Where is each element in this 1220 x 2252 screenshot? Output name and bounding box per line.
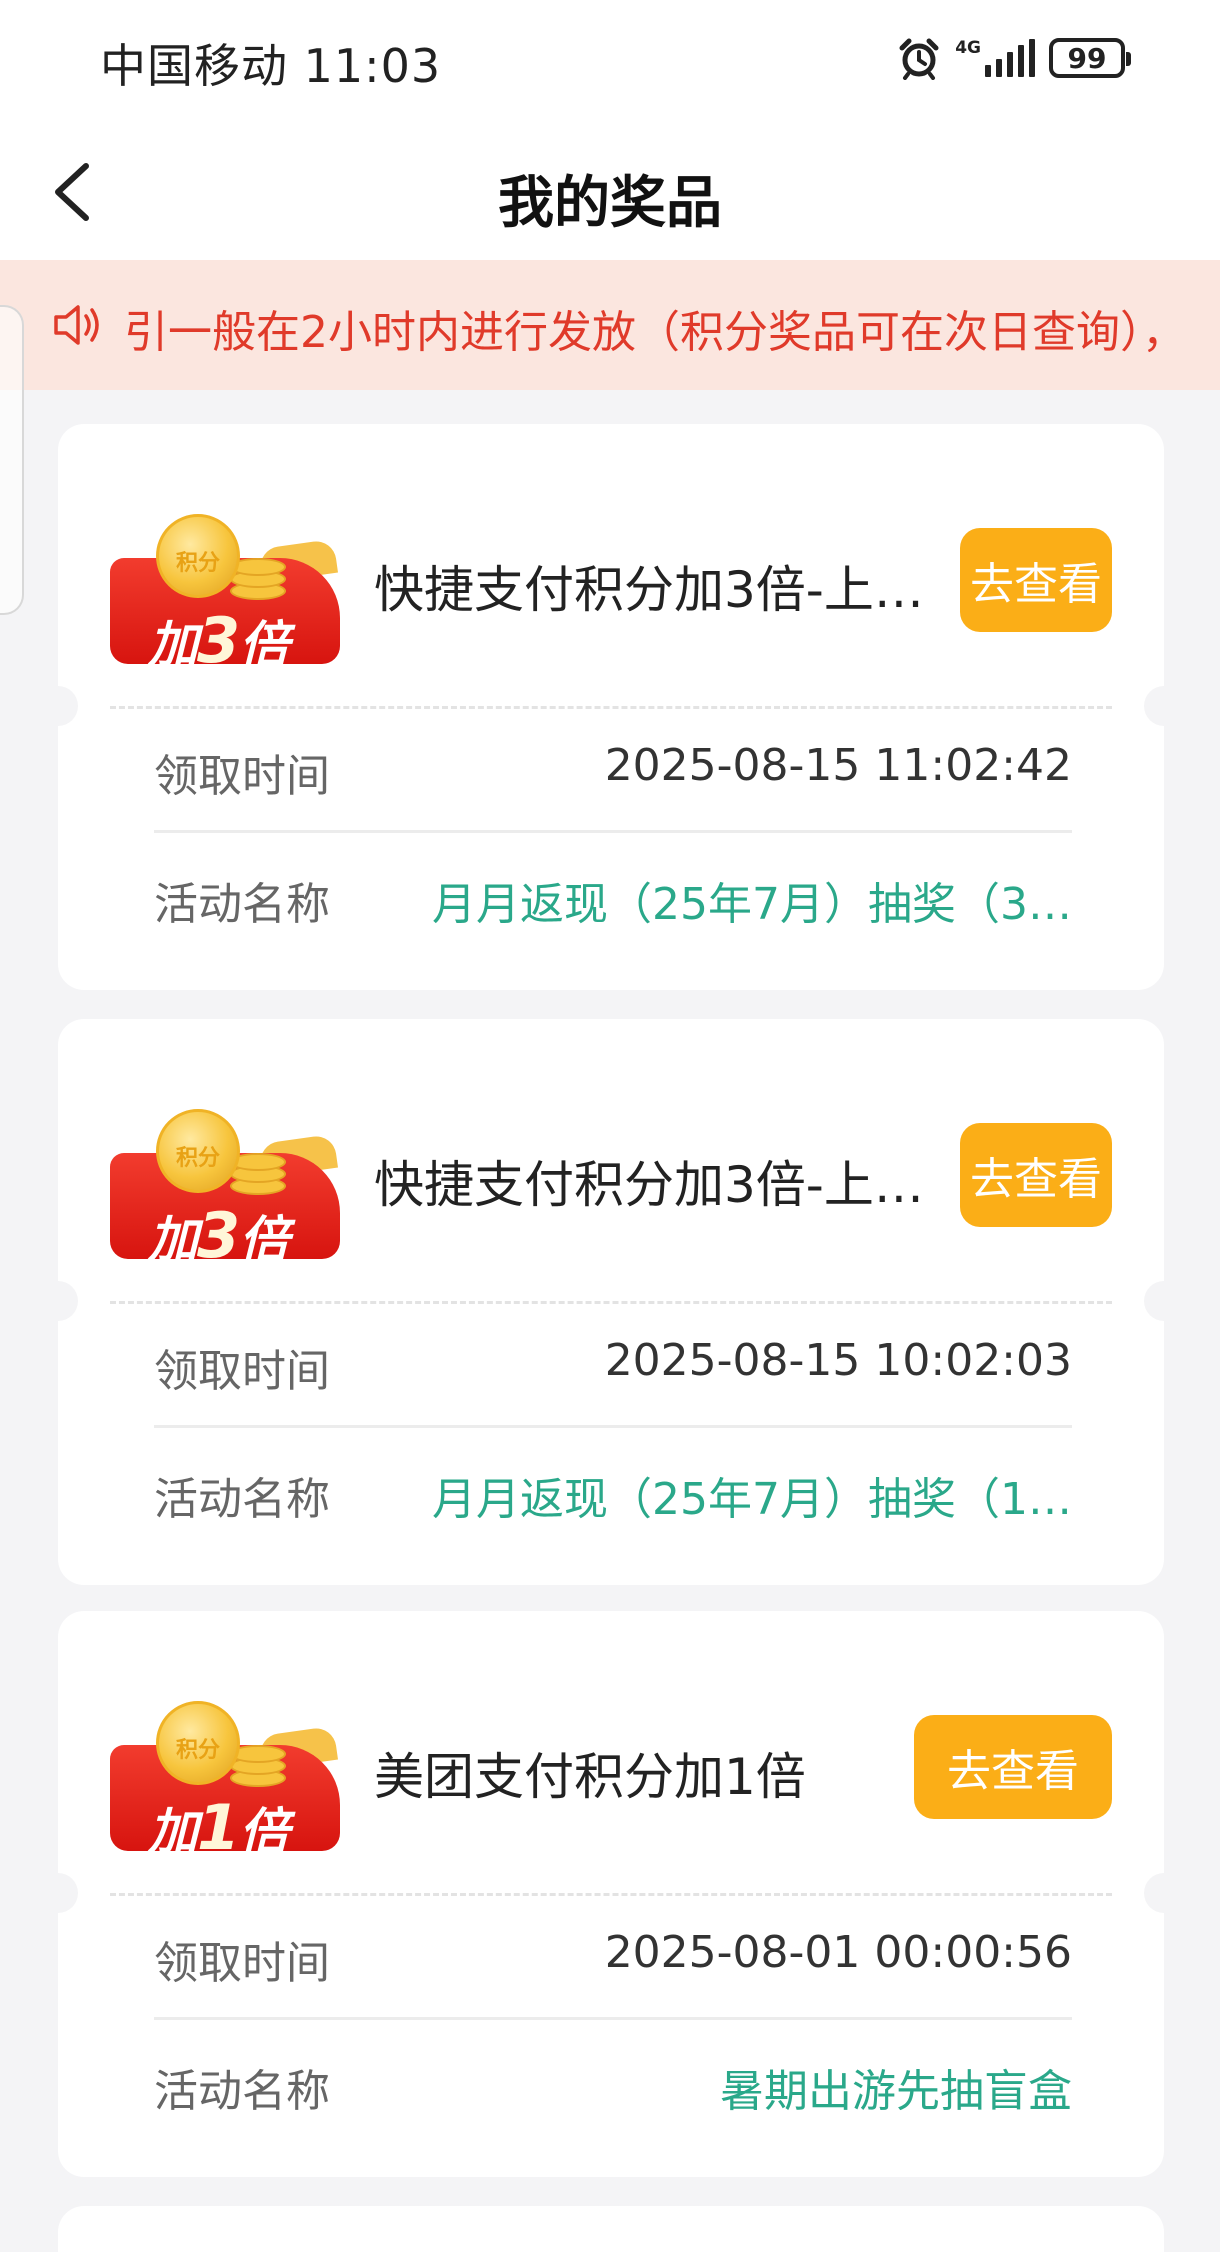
points-multiplier-badge: 积分 加1倍 (110, 1701, 340, 1864)
card-notch (1144, 686, 1184, 726)
prize-card: 积分 加3倍 快捷支付积分加3倍-上… 去查看 领取时间 2025-08-15 … (38, 424, 1184, 990)
claim-time-value: 2025-08-15 11:02:42 (604, 740, 1072, 791)
card-notch (38, 686, 78, 726)
view-button[interactable]: 去查看 (960, 528, 1112, 632)
card-notch (1144, 1873, 1184, 1913)
notice-marquee: 引一般在2小时内进行发放（积分奖品可在次日查询）， (112, 260, 1220, 390)
prize-card: 积分 加3倍 快捷支付积分加3倍-上… 去查看 领取时间 2025-08-15 … (38, 1019, 1184, 1585)
row-divider (154, 830, 1072, 833)
claim-time-label: 领取时间 (154, 1938, 330, 1989)
view-button[interactable]: 去查看 (914, 1715, 1112, 1819)
floating-side-tab[interactable] (0, 305, 24, 615)
row-divider (154, 1425, 1072, 1428)
activity-name-label: 活动名称 (154, 1474, 330, 1525)
network-indicator: 4G (955, 39, 1035, 77)
claim-time-value: 2025-08-15 10:02:03 (604, 1335, 1072, 1386)
claim-time-label: 领取时间 (154, 751, 330, 802)
activity-name-link[interactable]: 月月返现（25年7月）抽奖（1… (432, 1463, 1072, 1527)
battery-level: 99 (1067, 41, 1107, 75)
nav-bar: 我的奖品 (0, 120, 1220, 260)
claim-time-label: 领取时间 (154, 1346, 330, 1397)
page-title: 我的奖品 (498, 171, 722, 236)
prize-title: 快捷支付积分加3倍-上… (374, 1156, 924, 1214)
carrier-time: 中国移动 11:03 (100, 39, 442, 93)
view-button[interactable]: 去查看 (960, 1123, 1112, 1227)
points-multiplier-badge: 积分 加3倍 (110, 514, 340, 677)
speaker-icon (54, 305, 99, 345)
claim-time-value: 2025-08-01 00:00:56 (604, 1927, 1072, 1978)
network-type: 4G (955, 38, 981, 58)
coin-icon: 积分 (156, 514, 240, 598)
prize-card: 积分 加1倍 美团支付积分加1倍 去查看 领取时间 2025-08-01 00:… (38, 1611, 1184, 2177)
card-notch (38, 1281, 78, 1321)
dashed-divider (110, 1893, 1112, 1896)
card-notch (38, 1873, 78, 1913)
dashed-divider (110, 706, 1112, 709)
signal-icon (985, 39, 1035, 77)
notice-text: 引一般在2小时内进行发放（积分奖品可在次日查询）， (124, 307, 1186, 358)
activity-name-label: 活动名称 (154, 879, 330, 930)
prize-title: 快捷支付积分加3倍-上… (374, 561, 924, 619)
row-divider (154, 2017, 1072, 2020)
alarm-icon (899, 38, 939, 80)
coin-icon: 积分 (156, 1701, 240, 1785)
battery-icon: 99 (1049, 38, 1131, 78)
activity-name-link[interactable]: 暑期出游先抽盲盒 (720, 2055, 1072, 2119)
activity-name-label: 活动名称 (154, 2066, 330, 2117)
prize-card-partial (58, 2206, 1164, 2252)
status-bar: 中国移动 11:03 4G 99 (0, 0, 1220, 120)
notice-bar: 引一般在2小时内进行发放（积分奖品可在次日查询）， (0, 260, 1220, 390)
points-multiplier-badge: 积分 加3倍 (110, 1109, 340, 1272)
prize-title: 美团支付积分加1倍 (374, 1748, 806, 1806)
dashed-divider (110, 1301, 1112, 1304)
activity-name-link[interactable]: 月月返现（25年7月）抽奖（3… (432, 868, 1072, 932)
coin-icon: 积分 (156, 1109, 240, 1193)
status-icons: 4G 99 (897, 36, 1131, 80)
card-notch (1144, 1281, 1184, 1321)
